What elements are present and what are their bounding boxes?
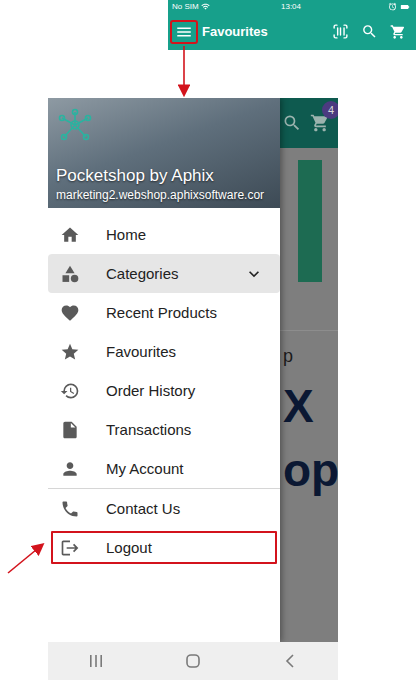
app-screenshot: No SIM 13:04 Favourites [168,0,416,50]
drawer-item-icon [60,303,80,323]
recents-icon [89,655,103,667]
cart-badge: 4 [322,101,338,119]
drawer-item-label: Categories [106,265,218,282]
alarm-icon [388,2,397,11]
drawer-item-label: Transactions [106,421,264,438]
drawer-item[interactable]: My Account [48,449,280,488]
drawer-item-icon [60,264,80,284]
chevron-down-icon[interactable] [244,264,264,284]
banner-picture [298,160,322,282]
carrier-text: No SIM [172,2,199,11]
divider [280,330,338,331]
arrow-icon [183,46,185,94]
drawer-item-icon [60,225,80,245]
network-logo-icon [56,108,94,142]
drawer-item-icon [60,459,80,479]
page-text: X [283,381,338,432]
clock-text: 13:04 [281,2,301,11]
drawer-item[interactable]: Logout [48,528,280,567]
drawer-item-icon [60,381,80,401]
drawer-item[interactable]: Home [48,215,280,254]
home-button[interactable] [173,646,213,676]
drawer-item[interactable]: Favourites [48,332,280,371]
drawer-item-icon [60,420,80,440]
drawer-header: Pocketshop by Aphix marketing2.webshop.ap… [48,98,280,208]
recents-button[interactable] [76,646,116,676]
drawer-item[interactable]: Transactions [48,410,280,449]
cart-icon[interactable] [390,24,406,40]
drawer-item-icon [60,538,80,558]
drawer-item-label: Logout [106,539,264,556]
menu-group: Home Categories Recent Products Favourites O… [48,215,280,488]
android-nav-bar [48,642,338,680]
page-text: p [283,347,338,367]
battery-icon [400,2,410,12]
drawer-title: Pocketshop by Aphix [56,166,280,186]
navigation-drawer: Pocketshop by Aphix marketing2.webshop.ap… [48,98,280,642]
drawer-subtitle: marketing2.webshop.aphixsoftware.cor [56,188,280,202]
drawer-item-label: Recent Products [106,304,264,321]
drawer-item-label: Home [106,226,264,243]
status-bar: No SIM 13:04 [168,0,416,13]
back-icon [285,654,295,668]
tutorial-canvas: No SIM 13:04 Favourites Pocketshop by Aphix… [0,0,416,683]
menu-group: Contact Us Logout [48,488,280,567]
drawer-item[interactable]: Recent Products [48,293,280,332]
phone-screenshot: Pocketshop by Aphix marketing2.webshop.ap… [48,98,338,683]
drawer-item-icon [60,342,80,362]
drawer-item-label: My Account [106,460,264,477]
barcode-scanner-icon[interactable] [332,23,349,40]
drawer-item-icon [60,499,80,519]
back-button[interactable] [270,646,310,676]
drawer-item[interactable]: Contact Us [48,489,280,528]
wifi-icon [201,2,210,11]
drawer-item-label: Contact Us [106,500,264,517]
drawer-item[interactable]: Categories [48,254,280,293]
drawer-item[interactable]: Order History [48,371,280,410]
page-text: op [283,445,338,496]
hamburger-icon [175,23,193,41]
app-bar: Favourites [168,13,416,50]
app-bar-title: Favourites [202,24,328,39]
home-icon [186,654,200,668]
drawer-item-label: Favourites [106,343,264,360]
dimmed-app-bar: 4 [280,98,338,148]
dimmed-page: 4 pXop [280,98,338,642]
search-icon [282,113,302,133]
arrow-icon [8,545,42,573]
search-icon[interactable] [361,23,378,40]
menu-button[interactable] [170,20,198,44]
drawer-item-label: Order History [106,382,264,399]
drawer-menu: Home Categories Recent Products Favourites O… [48,208,280,567]
